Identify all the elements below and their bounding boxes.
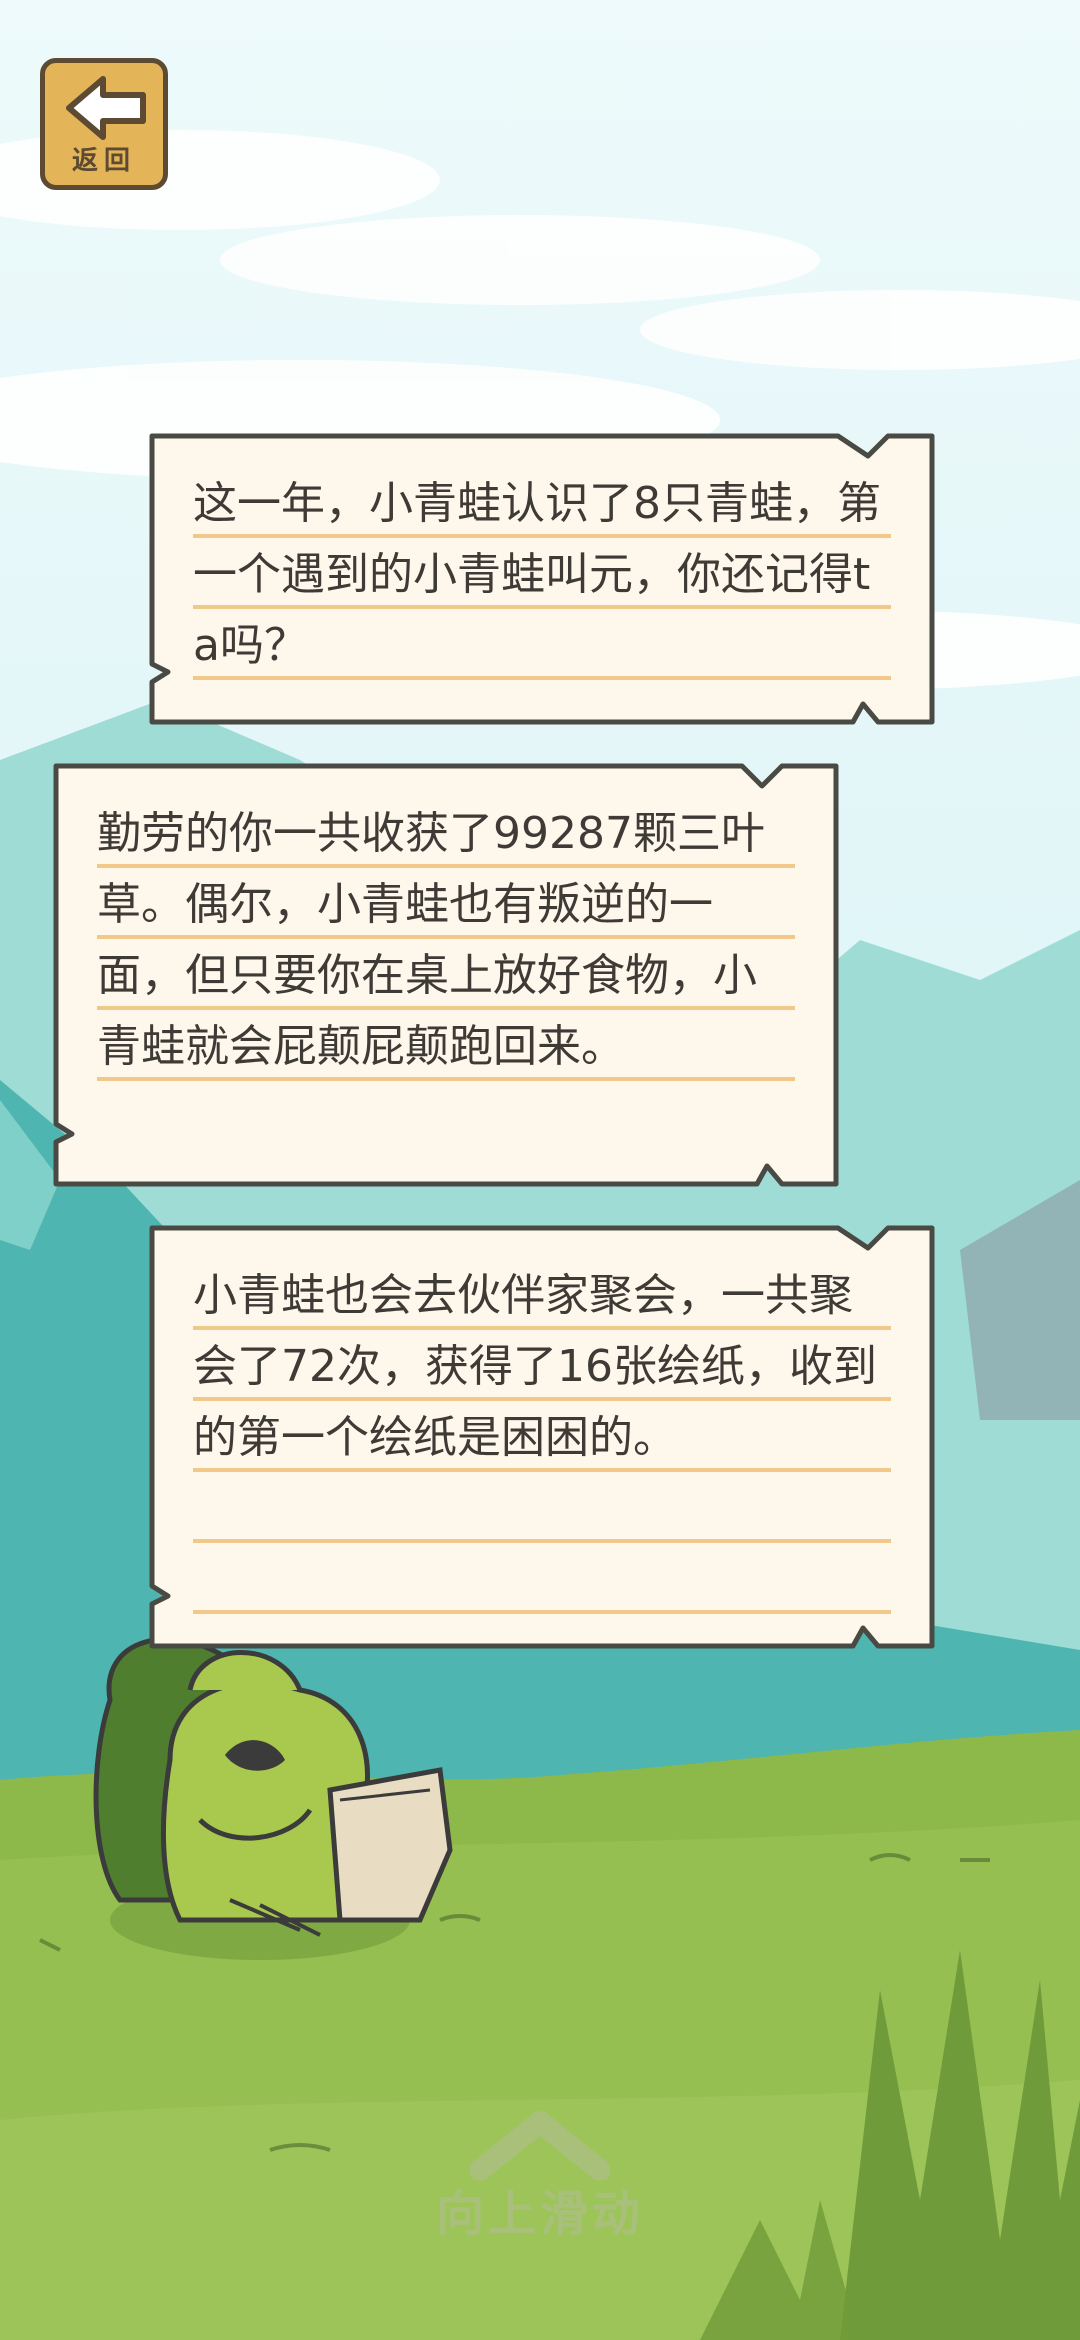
card-text: 这一年，小青蛙认识了8只青蛙，第一个遇到的小青蛙叫元，你还记得ta吗？: [193, 468, 891, 681]
back-button[interactable]: 返回: [40, 58, 168, 190]
back-label: 返回: [71, 146, 136, 176]
card-text: 小青蛙也会去伙伴家聚会，一共聚会了72次，获得了16张绘纸，收到的第一个绘纸是困…: [193, 1260, 891, 1615]
summary-card-2: 勤劳的你一共收获了99287颗三叶草。偶尔，小青蛙也有叛逆的一面，但只要你在桌上…: [52, 762, 840, 1188]
summary-card-1: 这一年，小青蛙认识了8只青蛙，第一个遇到的小青蛙叫元，你还记得ta吗？: [148, 432, 936, 726]
card-text: 勤劳的你一共收获了99287颗三叶草。偶尔，小青蛙也有叛逆的一面，但只要你在桌上…: [97, 798, 795, 1082]
summary-card-3: 小青蛙也会去伙伴家聚会，一共聚会了72次，获得了16张绘纸，收到的第一个绘纸是困…: [148, 1224, 936, 1650]
swipe-up-hint[interactable]: 向上滑动: [420, 2110, 660, 2260]
swipe-up-label: 向上滑动: [435, 2186, 644, 2242]
back-arrow-icon: [66, 76, 146, 140]
chevron-up-icon: [470, 2111, 610, 2180]
